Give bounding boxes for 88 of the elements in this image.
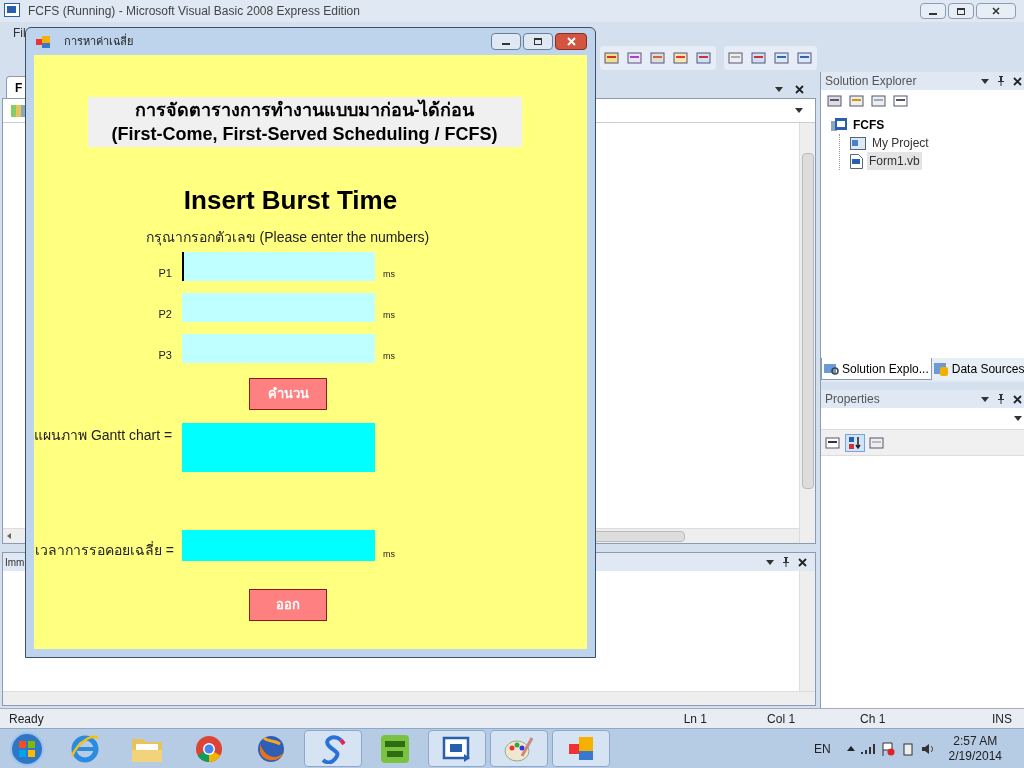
close-icon (566, 37, 576, 46)
field-label: P1 (157, 265, 173, 281)
scroll-left-icon[interactable] (7, 533, 11, 539)
dropdown-arrow-icon[interactable] (775, 87, 783, 92)
start-button[interactable] (10, 731, 44, 766)
close-icon[interactable] (1013, 76, 1023, 86)
maximize-button[interactable] (523, 33, 553, 50)
heading-text: (First-Come, First-Served Scheduling / FCFS) (111, 123, 498, 146)
toolbar-icon[interactable] (825, 434, 841, 451)
explorer-icon (824, 361, 840, 376)
panel-title: Properties (825, 391, 880, 408)
signal-icon[interactable] (860, 743, 875, 754)
sort-alphabetical-button[interactable] (845, 433, 865, 452)
vb-app-icon (4, 3, 20, 19)
panel-tab[interactable]: Solution Explo... (821, 358, 932, 380)
tree-item[interactable]: Form1.vb (867, 152, 922, 170)
database-icon (933, 362, 950, 376)
app-tile-icon (380, 733, 410, 764)
pin-icon[interactable] (997, 76, 1006, 86)
vb-file-icon (850, 153, 863, 169)
char-indicator: Ch 1 (860, 710, 886, 728)
chrome-icon (194, 733, 224, 764)
taskbar-button[interactable] (304, 730, 362, 767)
arrow-up-icon[interactable] (846, 746, 855, 751)
windows-logo-icon (18, 739, 36, 758)
column-indicator: Col 1 (767, 710, 796, 728)
dropdown-arrow-icon[interactable] (1014, 416, 1023, 421)
unit-label: ms (383, 547, 395, 561)
close-button[interactable] (976, 3, 1016, 19)
swirl-icon (319, 733, 347, 764)
sort-icon (848, 435, 862, 450)
menu-item[interactable]: Fil (13, 24, 26, 42)
dropdown-arrow-icon[interactable] (795, 108, 803, 113)
field-label: P2 (157, 306, 173, 322)
unit-label: ms (383, 267, 395, 281)
dropdown-arrow-icon[interactable] (981, 78, 990, 84)
toolbar-icon[interactable] (893, 93, 909, 109)
vertical-scrollbar[interactable] (799, 123, 815, 543)
average-wait-field[interactable] (182, 530, 375, 561)
restore-button[interactable] (948, 3, 974, 19)
taskbar-button[interactable] (428, 730, 486, 767)
vb-app-icon (442, 735, 472, 762)
status-text: Ready (9, 710, 44, 728)
tree-item[interactable]: My Project (870, 134, 931, 152)
unit-label: ms (383, 308, 395, 322)
speaker-icon[interactable] (920, 741, 935, 756)
pin-icon[interactable] (997, 394, 1006, 404)
minimize-button[interactable] (920, 3, 946, 19)
tree-item[interactable]: FCFS (851, 116, 887, 134)
language-indicator: EN (813, 740, 831, 758)
clock-time[interactable]: 2:57 AM (953, 733, 998, 749)
panel-title: Solution Explorer (825, 73, 917, 90)
dropdown-arrow-icon[interactable] (981, 396, 990, 402)
field-label: แผนภาพ Gantt chart = (34, 426, 174, 445)
close-icon (992, 7, 1000, 15)
close-icon[interactable] (795, 85, 804, 94)
dropdown-arrow-icon[interactable] (766, 559, 774, 565)
instruction-text: กรุณากรอกตัวเลข (Please enter the numbers) (145, 228, 430, 248)
class-icon (11, 103, 27, 118)
heading-text: การจัดตารางการทำงานแบบมาก่อน-ได้ก่อน (134, 98, 475, 122)
subheading: Insert Burst Time (183, 185, 398, 215)
taskbar-button[interactable] (552, 730, 610, 767)
clock-date[interactable]: 2/19/2014 (948, 748, 1002, 764)
dialog-title: การหาค่าเฉลี่ย (64, 33, 133, 50)
field-label: P3 (157, 347, 173, 363)
field-label: เวลาการรอคอยเฉลี่ย = (34, 540, 175, 560)
browser-e-icon (70, 733, 100, 764)
burst-time-field[interactable] (182, 252, 375, 281)
close-icon[interactable] (798, 557, 807, 567)
device-icon[interactable] (900, 741, 915, 756)
property-page-icon (850, 136, 866, 150)
line-indicator: Ln 1 (683, 710, 708, 728)
unit-label: ms (383, 349, 395, 363)
pin-icon[interactable] (782, 557, 790, 567)
vb-project-icon (831, 118, 847, 132)
panel-title: Imm (5, 555, 25, 570)
fox-globe-icon (256, 733, 286, 764)
horizontal-scrollbar[interactable] (3, 691, 815, 705)
vertical-scrollbar[interactable] (799, 571, 815, 691)
flag-icon[interactable] (880, 741, 895, 756)
window-title: FCFS (Running) - Microsoft Visual Basic 2008 Express Edition (28, 3, 360, 20)
close-icon[interactable] (1013, 394, 1023, 404)
mode-indicator: INS (992, 710, 1012, 728)
close-button[interactable] (555, 33, 587, 50)
form-icon (36, 35, 50, 48)
minimize-button[interactable] (491, 33, 521, 50)
panel-tab[interactable]: Data Sources (931, 358, 1024, 380)
toolbar-icon[interactable] (827, 93, 843, 109)
